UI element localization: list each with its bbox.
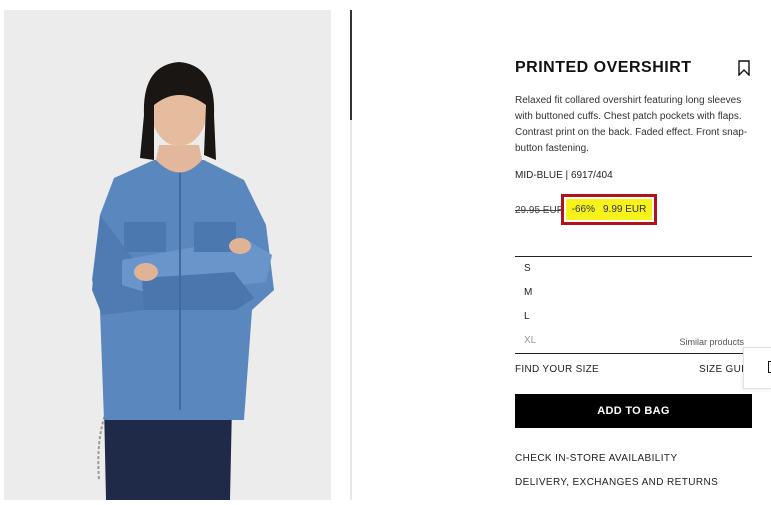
size-guide-link[interactable]: SIZE GUIDE [699, 364, 744, 375]
bookmark-icon[interactable] [737, 60, 751, 76]
sale-price-badge: -66% 9.99 EUR [566, 199, 652, 220]
size-label: M [524, 287, 533, 298]
side-panel-tab[interactable] [743, 347, 771, 389]
add-to-bag-button[interactable]: ADD TO BAG [515, 394, 752, 428]
size-selector: S M L XL Similar products [515, 256, 752, 353]
size-divider [515, 353, 752, 354]
product-title: PRINTED OVERSHIRT [515, 59, 692, 76]
product-image[interactable] [4, 10, 331, 500]
size-option-s[interactable]: S [515, 257, 752, 281]
find-your-size-link[interactable]: FIND YOUR SIZE [515, 364, 599, 375]
similar-products-link[interactable]: Similar products [679, 337, 744, 347]
gallery-scrollbar-thumb[interactable] [350, 10, 352, 120]
size-label: XL [524, 335, 537, 346]
price-highlight-box: -66% 9.99 EUR [561, 194, 657, 225]
discount-percent: -66% [571, 204, 595, 215]
size-option-l[interactable]: L [515, 305, 752, 329]
size-option-xl[interactable]: XL Similar products [515, 329, 752, 353]
check-store-availability-link[interactable]: CHECK IN-STORE AVAILABILITY [515, 453, 678, 464]
product-description: Relaxed fit collared overshirt featuring… [515, 95, 748, 154]
size-option-m[interactable]: M [515, 281, 752, 305]
size-label: L [524, 311, 530, 322]
color-reference: MID-BLUE | 6917/404 [515, 170, 613, 181]
size-label: S [524, 263, 531, 274]
delivery-returns-link[interactable]: DELIVERY, EXCHANGES AND RETURNS [515, 477, 718, 488]
original-price: 29.95 EUR [515, 205, 564, 216]
sale-price: 9.99 EUR [603, 204, 647, 215]
